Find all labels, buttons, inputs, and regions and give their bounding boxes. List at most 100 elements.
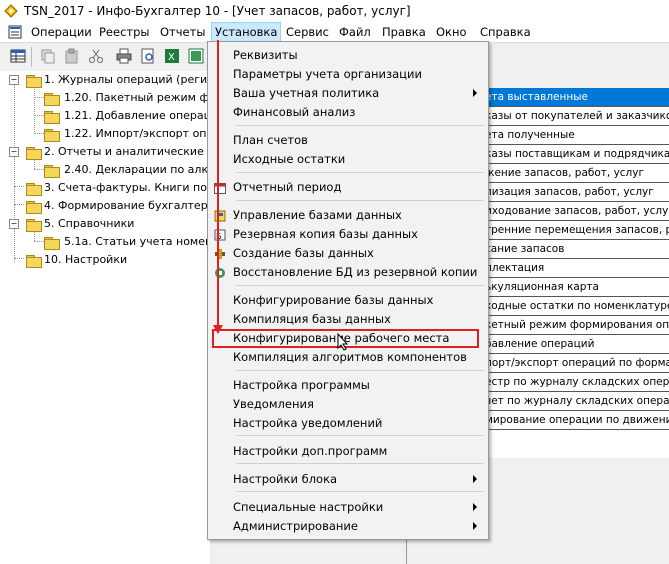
menu-setup[interactable]: Установка <box>211 22 282 42</box>
menu-item-administration[interactable]: Администрирование <box>233 518 358 535</box>
menu-edit[interactable]: Правка <box>382 25 426 39</box>
menu-item-program-settings[interactable]: Настройка программы <box>233 377 370 394</box>
tree-item-references[interactable]: − 5. Справочники <box>0 215 210 232</box>
list-item[interactable]: ходные остатки по номенклатуре <box>481 297 669 316</box>
collapse-icon[interactable]: − <box>9 219 19 229</box>
menu-item-opening-balances[interactable]: Исходные остатки <box>233 151 345 168</box>
mouse-cursor-icon <box>337 333 349 351</box>
menu-bar: Операции Реестры Отчеты Установка Сервис… <box>0 22 669 43</box>
list-item[interactable]: казы от покупателей и заказчиков <box>481 107 669 126</box>
tree-item-import-export[interactable]: 1.22. Импорт/экспорт опе <box>0 125 213 142</box>
preview-icon[interactable] <box>140 48 156 64</box>
tree-item-nomenclature-articles[interactable]: 5.1а. Статьи учета номенкл <box>0 233 226 250</box>
folder-icon <box>26 254 42 268</box>
list-item[interactable]: естр по журналу складских операци <box>481 373 669 392</box>
list-item[interactable]: казы поставщикам и подрядчикам <box>481 145 669 164</box>
folder-open-icon <box>26 74 42 88</box>
menu-item-chart-of-accounts[interactable]: План счетов <box>233 132 308 149</box>
menu-registers[interactable]: Реестры <box>99 25 150 39</box>
tree-item-accounting[interactable]: 4. Формирование бухгалтерск <box>0 197 220 214</box>
export-icon[interactable] <box>188 48 204 64</box>
menu-separator <box>236 370 484 371</box>
menu-item-reporting-period[interactable]: Отчетный период <box>233 179 341 196</box>
collapse-icon[interactable]: − <box>9 75 19 85</box>
menu-item-block-settings[interactable]: Настройки блока <box>233 471 337 488</box>
menu-service[interactable]: Сервис <box>286 25 329 39</box>
menu-item-accounting-policy[interactable]: Ваша учетная политика <box>233 85 379 102</box>
toolbar-divider <box>31 47 32 67</box>
menu-item-db-backup[interactable]: Резервная копия базы данных <box>233 226 418 243</box>
paste-icon[interactable] <box>64 48 80 64</box>
print-icon[interactable] <box>116 48 132 64</box>
setup-dropdown-menu: Реквизиты Параметры учета организации Ва… <box>207 41 489 540</box>
folder-icon <box>26 200 42 214</box>
tree-item-batch-mode[interactable]: 1.20. Пакетный режим фор <box>0 89 223 106</box>
table-view-icon[interactable] <box>10 48 26 64</box>
submenu-arrow-icon <box>473 522 477 530</box>
document-icon[interactable] <box>8 25 22 39</box>
list-item[interactable]: порт/экспорт операций по формату <box>481 354 669 373</box>
database-icon <box>214 210 226 222</box>
menu-item-notifications[interactable]: Уведомления <box>233 396 314 413</box>
list-item[interactable]: бавление операций <box>481 335 669 354</box>
tree-item-settings[interactable]: 10. Настройки <box>0 251 210 268</box>
tree-item-reports[interactable]: − 2. Отчеты и аналитические до <box>0 143 222 160</box>
folder-icon <box>44 236 60 250</box>
collapse-icon[interactable]: − <box>9 147 19 157</box>
menu-item-requisites[interactable]: Реквизиты <box>233 47 298 64</box>
menu-window[interactable]: Окно <box>436 25 467 39</box>
menu-reports[interactable]: Отчеты <box>160 25 205 39</box>
menu-item-compile-algorithms[interactable]: Компиляция алгоритмов компонентов <box>233 349 467 366</box>
svg-text:Б: Б <box>216 232 222 241</box>
tree-item-invoices[interactable]: 3. Счета-фактуры. Книги поку <box>0 179 220 196</box>
list-item[interactable]: кетный режим формирования опера <box>481 316 669 335</box>
operations-list: ета выставленные казы от покупателей и з… <box>480 88 669 458</box>
menu-operations[interactable]: Операции <box>31 25 92 39</box>
menu-separator <box>236 200 484 201</box>
tree-item-add-operations[interactable]: 1.21. Добавление операци <box>0 107 218 124</box>
menu-item-special-settings[interactable]: Специальные настройки <box>233 499 383 516</box>
submenu-arrow-icon <box>473 475 477 483</box>
menu-separator <box>236 491 484 492</box>
list-item[interactable]: ькуляционная карта <box>481 278 669 297</box>
folder-open-icon <box>26 218 42 232</box>
menu-separator <box>236 285 484 286</box>
list-item[interactable]: иходование запасов, работ, услуг <box>481 202 669 221</box>
menu-item-db-restore[interactable]: Восстановление БД из резервной копии <box>233 264 477 281</box>
menu-item-financial-analysis[interactable]: Финансовый анализ <box>233 104 355 121</box>
menu-item-org-params[interactable]: Параметры учета организации <box>233 66 422 83</box>
svg-text:X: X <box>168 52 175 63</box>
list-item[interactable]: мирование операции по движени <box>481 411 669 430</box>
folder-icon <box>44 110 60 124</box>
menu-file[interactable]: Файл <box>339 25 371 39</box>
backup-icon: Б <box>214 229 226 241</box>
list-item[interactable]: тренние перемещения запасов, рабо <box>481 221 669 240</box>
tree-item-alcohol-declarations[interactable]: 2.40. Декларации по алкоі <box>0 161 218 178</box>
list-item[interactable]: чет по журналу складских операция <box>481 392 669 411</box>
list-item[interactable]: сание запасов <box>481 240 669 259</box>
menu-item-db-create[interactable]: Создание базы данных <box>233 245 374 262</box>
folder-icon <box>44 92 60 106</box>
menu-item-extra-programs[interactable]: Настройки доп.программ <box>233 443 387 460</box>
calendar-icon <box>214 183 226 194</box>
menu-item-db-management[interactable]: Управление базами данных <box>233 207 402 224</box>
list-item[interactable]: лизация запасов, работ, услуг <box>481 183 669 202</box>
menu-item-notification-settings[interactable]: Настройка уведомлений <box>233 415 382 432</box>
tree-item-journals[interactable]: − 1. Журналы операций (регист <box>0 71 220 88</box>
app-logo-icon <box>4 4 18 18</box>
copy-icon[interactable] <box>40 48 56 64</box>
create-db-icon <box>215 249 225 259</box>
menu-item-db-config[interactable]: Конфигурирование базы данных <box>233 292 433 309</box>
list-item[interactable]: ета выставленные <box>481 88 669 107</box>
cut-icon[interactable] <box>88 48 104 64</box>
list-item[interactable]: плектация <box>481 259 669 278</box>
menu-item-db-compile[interactable]: Компиляция базы данных <box>233 311 391 328</box>
list-item[interactable]: жение запасов, работ, услуг <box>481 164 669 183</box>
excel-icon[interactable]: X <box>164 48 180 64</box>
submenu-arrow-icon <box>473 89 477 97</box>
menu-separator <box>236 172 484 173</box>
menu-help[interactable]: Справка <box>480 25 531 39</box>
window-title: TSN_2017 - Инфо-Бухгалтер 10 - [Учет зап… <box>24 4 411 18</box>
menu-separator <box>236 125 484 126</box>
list-item[interactable]: ета полученные <box>481 126 669 145</box>
